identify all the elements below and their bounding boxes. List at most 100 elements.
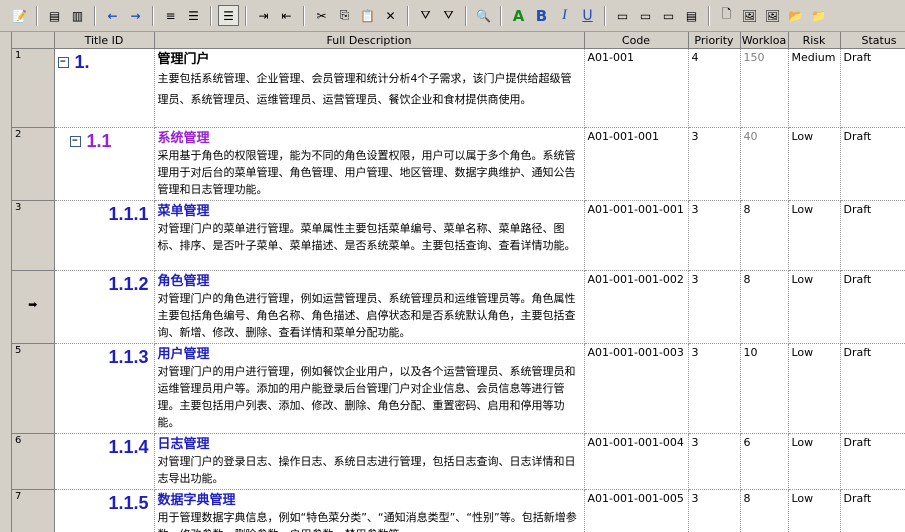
workload-cell[interactable]: 10 [740, 343, 789, 434]
font-color-button[interactable]: A [508, 5, 529, 26]
code-cell[interactable]: A01-001-001-003 [584, 343, 689, 434]
title-id-cell[interactable]: 1.1.2 [54, 270, 155, 344]
status-cell[interactable]: Draft [840, 200, 905, 271]
new-doc-button[interactable]: 🗋 [716, 5, 737, 26]
picture-button[interactable]: 🖼 [762, 5, 783, 26]
status-cell[interactable]: Draft [840, 489, 905, 532]
folder-button[interactable]: 📁 [808, 5, 829, 26]
priority-cell[interactable]: 3 [688, 489, 741, 532]
workload-cell[interactable]: 6 [740, 433, 789, 490]
row-header[interactable]: 6 [12, 433, 55, 490]
row-header[interactable]: 7 [12, 489, 55, 532]
priority-cell[interactable]: 3 [688, 343, 741, 434]
table-row[interactable]: 3 1.1.1 菜单管理 对管理门户的菜单进行管理。菜单属性主要包括菜单编号、菜单名称… [12, 200, 905, 271]
title-id-cell[interactable]: 1.1.1 [54, 200, 155, 271]
open-folder-button[interactable]: 📂 [785, 5, 806, 26]
priority-cell[interactable]: 3 [688, 127, 741, 201]
insert-child-button[interactable]: ▥ [67, 5, 88, 26]
workload-cell[interactable]: 8 [740, 200, 789, 271]
filter-button[interactable]: ⛛ [415, 5, 436, 26]
row-header[interactable]: 2 [12, 127, 55, 201]
full-description-header[interactable]: Full Description [154, 32, 585, 49]
delete-button[interactable]: ✕ [380, 5, 401, 26]
move-left-button[interactable]: ← [102, 5, 123, 26]
table-row[interactable]: ➡ 1.1.2 角色管理 对管理门户的角色进行管理，例如运营管理员、系统管理员和运维管… [12, 270, 905, 344]
row-number-header[interactable] [12, 32, 55, 49]
status-cell[interactable]: Draft [840, 270, 905, 344]
status-cell[interactable]: Draft [840, 127, 905, 201]
image-button[interactable]: 🖼 [739, 5, 760, 26]
code-cell[interactable]: A01-001-001-004 [584, 433, 689, 490]
table-row[interactable]: 5 1.1.3 用户管理 对管理门户的用户进行管理，例如餐饮企业用户，以及各个运营管理… [12, 343, 905, 434]
code-cell[interactable]: A01-001-001-005 [584, 489, 689, 532]
full-description-cell[interactable]: 管理门户 主要包括系统管理、企业管理、会员管理和统计分析4个子需求，该门户提供给超… [154, 48, 585, 128]
full-description-cell[interactable]: 菜单管理 对管理门户的菜单进行管理。菜单属性主要包括菜单编号、菜单名称、菜单路径、… [154, 200, 585, 271]
priority-cell[interactable]: 3 [688, 200, 741, 271]
priority-cell[interactable]: 3 [688, 270, 741, 344]
cut-button[interactable]: ✂ [311, 5, 332, 26]
align-right-button[interactable]: ▭ [658, 5, 679, 26]
bullets-button[interactable]: ▤ [681, 5, 702, 26]
title-id-cell[interactable]: 1.1.5 [54, 489, 155, 532]
row-header[interactable]: ➡ [12, 270, 55, 344]
status-cell[interactable]: Draft [840, 343, 905, 434]
row-header[interactable]: 5 [12, 343, 55, 434]
title-id-cell[interactable]: −1.1 [54, 127, 155, 201]
paste-button[interactable]: 📋 [357, 5, 378, 26]
code-cell[interactable]: A01-001-001-001 [584, 200, 689, 271]
full-description-cell[interactable]: 数据字典管理 用于管理数据字典信息，例如“特色菜分类”、“通知消息类型”、“性别”… [154, 489, 585, 532]
workload-cell[interactable]: 8 [740, 270, 789, 344]
code-cell[interactable]: A01-001-001 [584, 127, 689, 201]
table-row[interactable]: 2−1.1 系统管理 采用基于角色的权限管理，能为不同的角色设置权限，用户可以属于多… [12, 127, 905, 201]
insert-row-button[interactable]: ▤ [44, 5, 65, 26]
risk-cell[interactable]: Low [788, 433, 841, 490]
workload-header[interactable]: Workloa [740, 32, 789, 49]
code-cell[interactable]: A01-001 [584, 48, 689, 128]
title-id-cell[interactable]: 1.1.4 [54, 433, 155, 490]
risk-cell[interactable]: Low [788, 127, 841, 201]
full-description-cell[interactable]: 用户管理 对管理门户的用户进行管理，例如餐饮企业用户，以及各个运营管理员、系统管理… [154, 343, 585, 434]
code-header[interactable]: Code [584, 32, 689, 49]
properties-button[interactable]: 📝 [9, 5, 30, 26]
workload-cell[interactable]: 8 [740, 489, 789, 532]
table-row[interactable]: 1−1. 管理门户 主要包括系统管理、企业管理、会员管理和统计分析4个子需求，该门户… [12, 48, 905, 128]
risk-header[interactable]: Risk [788, 32, 841, 49]
priority-cell[interactable]: 3 [688, 433, 741, 490]
bold-button[interactable]: B [531, 5, 552, 26]
title-id-cell[interactable]: 1.1.3 [54, 343, 155, 434]
status-cell[interactable]: Draft [840, 48, 905, 128]
collapse-toggle-icon[interactable]: − [57, 56, 69, 68]
indent-button[interactable]: ⇥ [253, 5, 274, 26]
title-id-header[interactable]: Title ID [54, 32, 155, 49]
table-row[interactable]: 7 1.1.5 数据字典管理 用于管理数据字典信息，例如“特色菜分类”、“通知消息类型… [12, 489, 905, 532]
align-left-button[interactable]: ▭ [612, 5, 633, 26]
outdent-button[interactable]: ⇤ [276, 5, 297, 26]
move-right-button[interactable]: → [125, 5, 146, 26]
collapse-toggle-icon[interactable]: − [69, 135, 81, 147]
filter-clear-button[interactable]: ⛛ [438, 5, 459, 26]
full-description-cell[interactable]: 系统管理 采用基于角色的权限管理，能为不同的角色设置权限，用户可以属于多个角色。系… [154, 127, 585, 201]
copy-button[interactable]: ⎘ [334, 5, 355, 26]
full-description-cell[interactable]: 日志管理 对管理门户的登录日志、操作日志、系统日志进行管理，包括日志查询、日志详情… [154, 433, 585, 490]
risk-cell[interactable]: Low [788, 200, 841, 271]
risk-cell[interactable]: Medium [788, 48, 841, 128]
workload-cell[interactable]: 40 [740, 127, 789, 201]
align-lines-button[interactable]: ≡ [160, 5, 181, 26]
row-header[interactable]: 1 [12, 48, 55, 128]
risk-cell[interactable]: Low [788, 270, 841, 344]
find-button[interactable]: 🔍 [473, 5, 494, 26]
wrap-text-button[interactable]: ☰ [218, 5, 239, 26]
table-row[interactable]: 6 1.1.4 日志管理 对管理门户的登录日志、操作日志、系统日志进行管理，包括日志查… [12, 433, 905, 490]
status-header[interactable]: Status [840, 32, 905, 49]
status-cell[interactable]: Draft [840, 433, 905, 490]
priority-cell[interactable]: 4 [688, 48, 741, 128]
justify-lines-button[interactable]: ☰ [183, 5, 204, 26]
full-description-cell[interactable]: 角色管理 对管理门户的角色进行管理，例如运营管理员、系统管理员和运维管理员等。角色… [154, 270, 585, 344]
code-cell[interactable]: A01-001-001-002 [584, 270, 689, 344]
title-id-cell[interactable]: −1. [54, 48, 155, 128]
row-header[interactable]: 3 [12, 200, 55, 271]
priority-header[interactable]: Priority [688, 32, 741, 49]
risk-cell[interactable]: Low [788, 343, 841, 434]
italic-button[interactable]: I [554, 5, 575, 26]
workload-cell[interactable]: 150 [740, 48, 789, 128]
